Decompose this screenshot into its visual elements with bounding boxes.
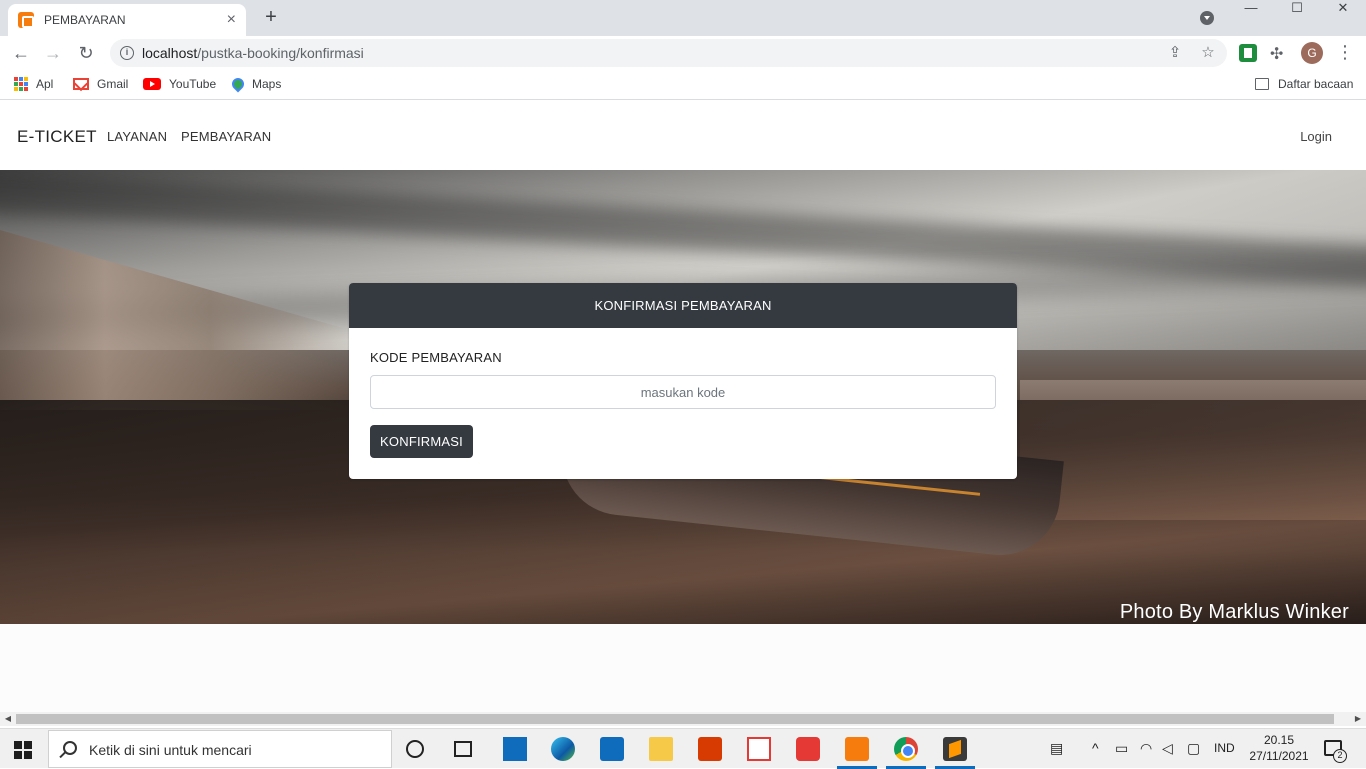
chrome-icon[interactable] [894, 737, 918, 761]
close-window-icon[interactable]: ✕ [1320, 0, 1366, 20]
bookmark-apps[interactable]: Apl [14, 77, 53, 91]
tab-title: PEMBAYARAN [44, 13, 126, 27]
input-language[interactable]: IND [1214, 741, 1235, 755]
reading-list[interactable]: Daftar bacaan [1255, 77, 1353, 91]
mail-icon[interactable] [503, 737, 527, 761]
horizontal-scrollbar[interactable]: ◀ ▶ [0, 712, 1366, 726]
maps-icon [229, 75, 247, 93]
search-icon [63, 741, 77, 755]
youtube-icon [143, 78, 161, 90]
taskbar-clock[interactable]: 20.15 27/11/2021 [1248, 732, 1310, 764]
scroll-right-icon[interactable]: ▶ [1351, 712, 1365, 726]
payment-code-label: KODE PEMBAYARAN [370, 350, 502, 365]
url-host: localhost [142, 45, 198, 61]
extension-icon[interactable] [1239, 44, 1257, 62]
share-icon[interactable]: ⇪ [1166, 44, 1184, 62]
back-icon[interactable]: ← [9, 41, 33, 65]
bookmark-label: Maps [252, 77, 282, 91]
site-info-icon[interactable]: i [120, 46, 134, 60]
site-brand[interactable]: E-TICKET [17, 127, 97, 147]
tray-chevron-up-icon[interactable]: ^ [1092, 740, 1099, 756]
taskbar-search-box[interactable]: Ketik di sini untuk mencari [48, 730, 392, 768]
windows-start-icon[interactable] [14, 741, 32, 759]
browser-tabstrip: PEMBAYARAN × + — ☐ ✕ [0, 0, 1366, 36]
store-icon[interactable] [600, 737, 624, 761]
sublime-text-icon[interactable] [943, 737, 967, 761]
new-tab-button[interactable]: + [260, 6, 282, 28]
bookmarks-bar: Apl Gmail YouTube Maps Daftar bacaan [0, 70, 1366, 100]
payment-code-input[interactable] [370, 375, 996, 409]
reload-icon[interactable]: ↻ [74, 41, 98, 65]
wps-office-icon[interactable] [796, 737, 820, 761]
scroll-left-icon[interactable]: ◀ [1, 712, 15, 726]
payment-confirmation-card: KONFIRMASI PEMBAYARAN KODE PEMBAYARAN KO… [349, 283, 1017, 479]
gift-icon[interactable] [747, 737, 771, 761]
wifi-icon[interactable]: ◠ [1140, 740, 1152, 757]
tab-search-icon[interactable] [1200, 11, 1214, 25]
browser-tab[interactable]: PEMBAYARAN × [8, 4, 246, 36]
battery-icon[interactable]: ▭ [1115, 740, 1128, 757]
nav-link-pembayaran[interactable]: PEMBAYARAN [181, 129, 271, 144]
nav-link-layanan[interactable]: LAYANAN [107, 129, 167, 144]
reading-list-icon [1255, 78, 1269, 90]
meet-icon[interactable]: ▢ [1187, 740, 1200, 757]
cortana-icon[interactable] [406, 740, 424, 758]
profile-avatar[interactable]: G [1301, 42, 1323, 64]
bookmark-gmail[interactable]: Gmail [73, 77, 128, 91]
bookmark-maps[interactable]: Maps [229, 75, 282, 93]
extensions-puzzle-icon[interactable]: ✣ [1270, 44, 1283, 64]
bookmark-star-icon[interactable]: ☆ [1199, 44, 1217, 62]
minimize-icon[interactable]: — [1228, 0, 1274, 20]
login-link[interactable]: Login [1300, 129, 1332, 144]
close-tab-icon[interactable]: × [227, 12, 236, 28]
task-view-icon[interactable] [454, 741, 472, 757]
file-explorer-icon[interactable] [649, 737, 673, 761]
office-icon[interactable] [698, 737, 722, 761]
url-text: localhost/pustka-booking/konfirmasi [142, 45, 364, 61]
url-path: /pustka-booking/konfirmasi [197, 45, 364, 61]
confirm-button[interactable]: KONFIRMASI [370, 425, 473, 458]
bookmark-label: YouTube [169, 77, 217, 91]
edge-icon[interactable] [551, 737, 575, 761]
clock-date: 27/11/2021 [1249, 749, 1309, 763]
xampp-icon[interactable] [845, 737, 869, 761]
reading-list-label: Daftar bacaan [1278, 77, 1354, 91]
web-page: E-TICKET LAYANAN PEMBAYARAN Login Photo … [0, 104, 1366, 712]
volume-icon[interactable]: ◁ [1162, 740, 1173, 757]
bookmark-label: Gmail [97, 77, 129, 91]
windows-taskbar: Ketik di sini untuk mencari ▤ ^ ▭ ◠ ◁ ▢ … [0, 728, 1366, 769]
card-body: KODE PEMBAYARAN KONFIRMASI [349, 328, 1017, 479]
address-bar[interactable]: i localhost/pustka-booking/konfirmasi ⇪ … [110, 39, 1227, 67]
clock-time: 20.15 [1263, 733, 1295, 747]
bookmark-youtube[interactable]: YouTube [143, 77, 216, 91]
menu-kebab-icon[interactable]: ⋮ [1336, 42, 1354, 63]
gmail-icon [73, 78, 89, 90]
forward-icon[interactable]: → [41, 41, 65, 65]
site-navbar: E-TICKET LAYANAN PEMBAYARAN Login [0, 104, 1366, 170]
taskbar-search-text: Ketik di sini untuk mencari [89, 742, 252, 758]
card-header: KONFIRMASI PEMBAYARAN [349, 283, 1017, 328]
notification-count: 2 [1333, 749, 1347, 763]
browser-toolbar: ← → ↻ i localhost/pustka-booking/konfirm… [0, 36, 1366, 70]
xampp-icon [18, 12, 34, 28]
apps-icon [14, 77, 28, 91]
news-widget-icon[interactable]: ▤ [1050, 740, 1063, 757]
scrollbar-thumb[interactable] [16, 714, 1334, 724]
maximize-icon[interactable]: ☐ [1274, 0, 1320, 20]
photo-credit: Photo By Marklus Winker [1119, 601, 1349, 623]
bookmark-label: Apl [36, 77, 54, 91]
